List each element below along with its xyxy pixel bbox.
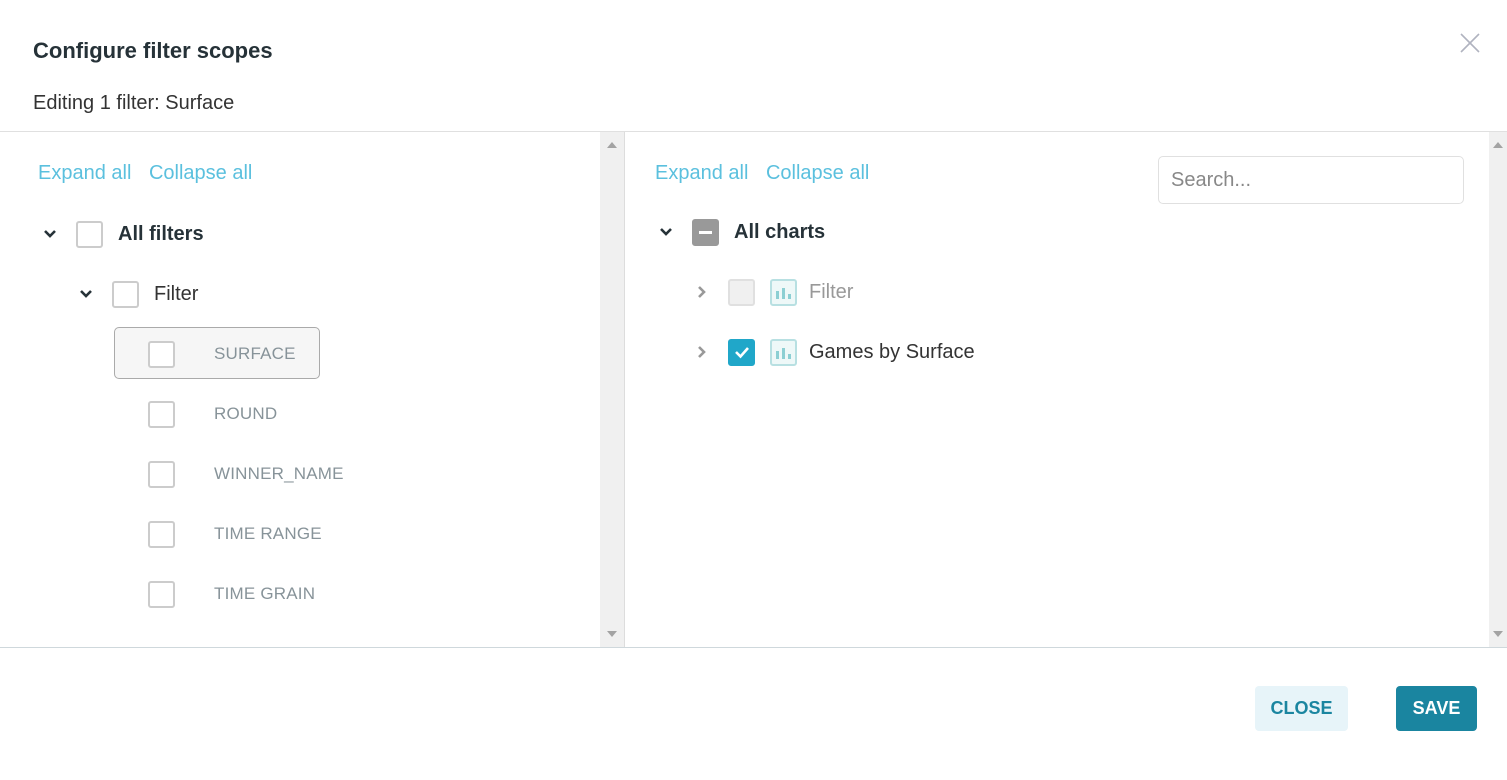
filter-item-checkbox[interactable] [148,520,175,548]
charts-pane-scrollbar[interactable] [1489,132,1507,647]
close-x-icon[interactable] [1455,28,1485,58]
tree-node-all-filters: All filters [38,214,204,254]
chevron-right-icon[interactable] [690,280,714,304]
expand-all-charts-link[interactable]: Expand all [655,162,748,184]
collapse-all-filters-link[interactable]: Collapse all [149,162,252,184]
chart-item-checkbox[interactable] [728,338,755,366]
filter-item-round[interactable]: ROUND [148,394,277,434]
modal-subtitle: Editing 1 filter: Surface [33,92,235,114]
scroll-down-arrow-icon[interactable] [1493,631,1503,637]
filter-item-time-grain[interactable]: TIME GRAIN [148,574,315,614]
partial-dash-icon [699,230,712,234]
charts-tree-actions: Expand all Collapse all [655,162,881,185]
charts-pane: Expand all Collapse all All charts Filte… [625,132,1490,647]
filter-item-label: TIME RANGE [214,524,322,543]
chart-item-label: Games by Surface [809,340,975,363]
chart-item-label: Filter [809,280,854,303]
scroll-up-arrow-icon[interactable] [1493,142,1503,148]
filter-item-checkbox[interactable] [148,580,175,608]
all-filters-label: All filters [118,222,204,245]
filter-item-checkbox[interactable] [148,400,175,428]
bar-chart-icon [770,278,797,306]
close-button[interactable]: CLOSE [1255,686,1348,731]
filter-item-label: WINNER_NAME [214,464,344,483]
scroll-down-arrow-icon[interactable] [607,631,617,637]
modal-title: Configure filter scopes [33,38,273,63]
expand-all-filters-link[interactable]: Expand all [38,162,131,184]
filter-group-checkbox[interactable] [112,280,139,308]
filter-item-surface[interactable]: SURFACE [148,334,296,374]
chart-item-games-by-surface: Games by Surface [690,332,975,372]
modal-header: Configure filter scopes Editing 1 filter… [0,0,1507,132]
tree-node-filter-group: Filter [74,274,198,314]
scroll-up-arrow-icon[interactable] [607,142,617,148]
filters-pane: Expand all Collapse all All filters Filt… [0,132,600,647]
collapse-all-charts-link[interactable]: Collapse all [766,162,869,184]
filter-item-time-range[interactable]: TIME RANGE [148,514,322,554]
chart-item-checkbox[interactable] [728,278,755,306]
bar-chart-icon [770,338,797,366]
modal-footer: CLOSE SAVE [0,647,1507,780]
filter-item-label: ROUND [214,404,278,423]
all-charts-checkbox[interactable] [692,218,719,246]
chart-item-filter: Filter [690,272,853,312]
filter-item-label: SURFACE [214,344,296,363]
all-filters-checkbox[interactable] [76,220,103,248]
chart-search-input[interactable] [1158,156,1464,204]
chevron-down-icon[interactable] [74,282,98,306]
chevron-down-icon[interactable] [654,220,678,244]
filters-pane-scrollbar[interactable] [600,132,625,647]
filters-tree-actions: Expand all Collapse all [38,162,264,185]
filter-item-checkbox[interactable] [148,460,175,488]
save-button[interactable]: SAVE [1396,686,1477,731]
tree-node-all-charts: All charts [654,212,825,252]
chevron-right-icon[interactable] [690,340,714,364]
checkmark-icon [734,347,749,359]
filter-item-winner-name[interactable]: WINNER_NAME [148,454,344,494]
filter-group-label: Filter [154,282,199,305]
all-charts-label: All charts [734,220,826,243]
filter-item-label: TIME GRAIN [214,584,316,603]
chevron-down-icon[interactable] [38,222,62,246]
filter-item-checkbox[interactable] [148,340,175,368]
